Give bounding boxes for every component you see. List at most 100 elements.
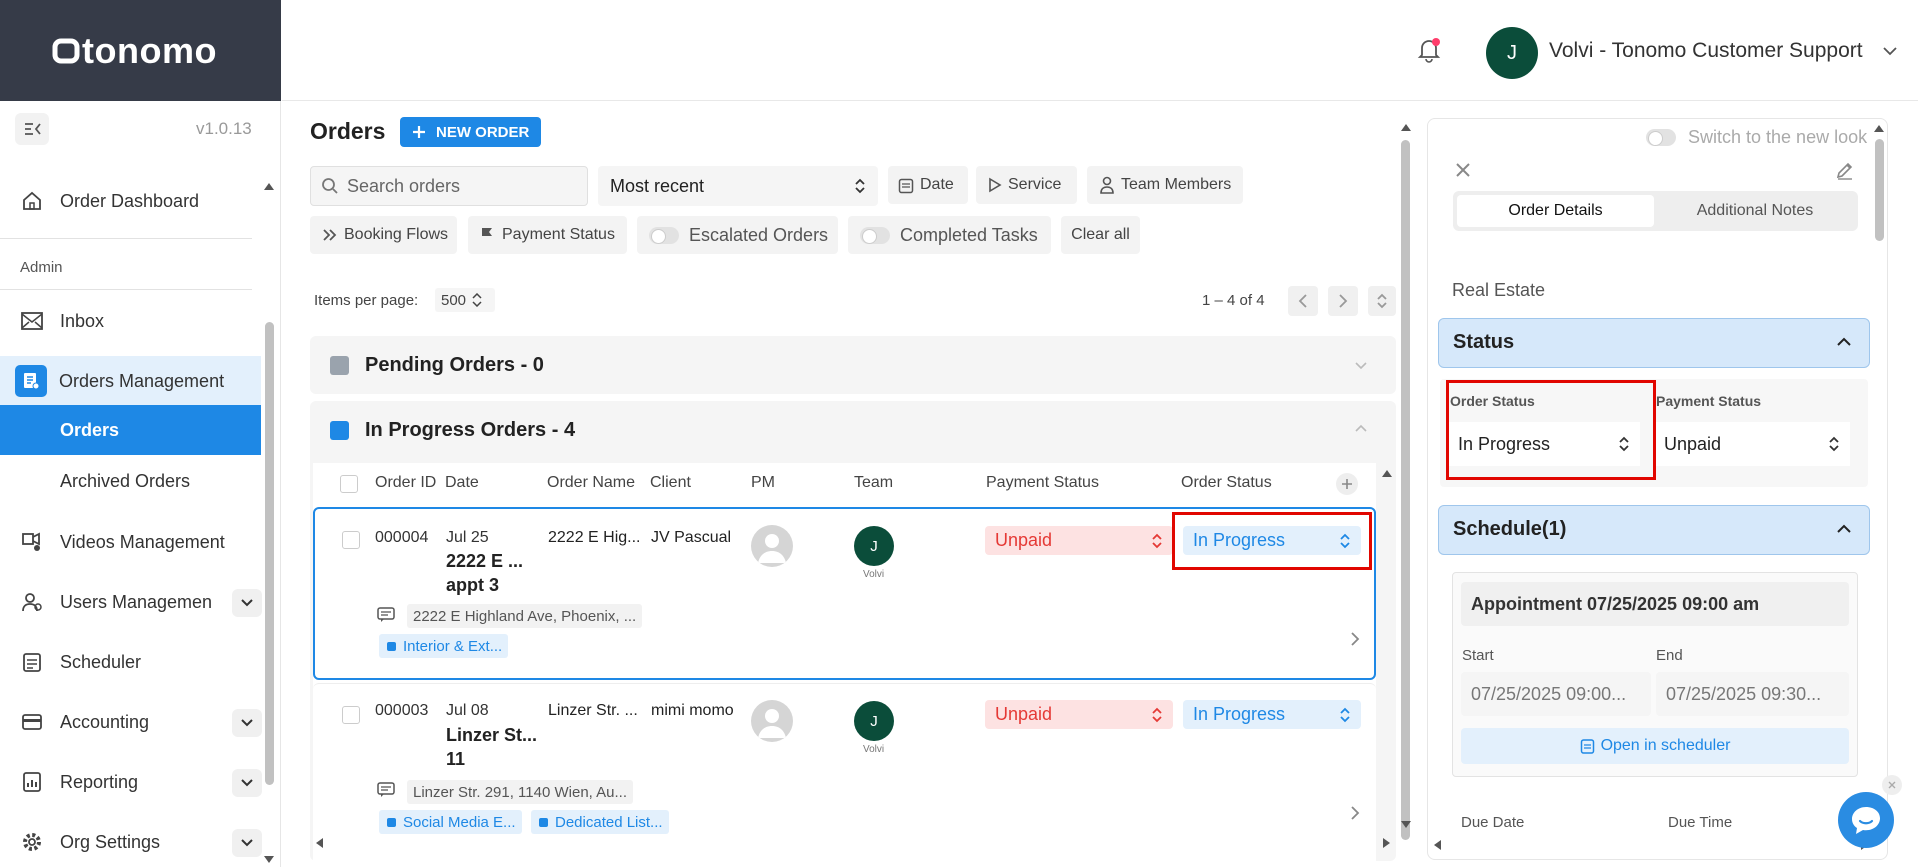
column-header-order-id[interactable]: Order ID [375, 474, 436, 492]
payment-status-select[interactable]: Unpaid [985, 526, 1173, 555]
toggle-switch[interactable] [1646, 129, 1676, 146]
chevron-down-icon[interactable] [1354, 361, 1368, 371]
chevron-up-icon[interactable] [1354, 423, 1368, 433]
switch-new-look-toggle[interactable]: Switch to the new look [1646, 127, 1867, 148]
scroll-right-arrow-icon[interactable] [1382, 837, 1392, 849]
payment-status-select[interactable]: Unpaid [985, 700, 1173, 729]
service-filter-label: Service [1008, 176, 1062, 193]
column-header-team[interactable]: Team [854, 474, 893, 492]
sidebar-item-inbox[interactable]: Inbox [0, 296, 262, 346]
prev-page-button[interactable] [1288, 286, 1318, 316]
column-header-payment-status[interactable]: Payment Status [986, 474, 1099, 492]
chevron-down-icon[interactable] [232, 769, 262, 797]
scroll-left-arrow-icon[interactable] [1432, 839, 1442, 851]
comment-icon [377, 607, 395, 622]
tab-order-details[interactable]: Order Details [1457, 195, 1654, 227]
order-date: Jul 25 [446, 529, 489, 546]
sidebar-item-archived-orders[interactable]: Archived Orders [0, 456, 261, 506]
scroll-down-arrow-icon[interactable] [1400, 820, 1412, 830]
sidebar-item-org-settings[interactable]: Org Settings [0, 817, 262, 867]
row-checkbox[interactable] [342, 531, 360, 549]
sort-select[interactable]: Most recent [598, 166, 878, 206]
schedule-section-header[interactable]: Schedule(1) [1438, 505, 1870, 555]
clear-all-button[interactable]: Clear all [1061, 216, 1140, 254]
column-header-pm[interactable]: PM [751, 474, 775, 492]
toggle-switch[interactable] [649, 226, 679, 244]
items-per-page-select[interactable]: 500 [435, 288, 495, 312]
column-header-order-name[interactable]: Order Name [547, 474, 635, 492]
tab-additional-notes[interactable]: Additional Notes [1656, 195, 1854, 227]
payment-status-filter-button[interactable]: Payment Status [468, 216, 627, 254]
status-section-header[interactable]: Status [1438, 318, 1870, 368]
chevron-right-icon[interactable] [1350, 631, 1360, 647]
close-icon[interactable] [1455, 162, 1471, 178]
add-column-button[interactable] [1336, 473, 1358, 495]
expand-collapse-button[interactable] [1368, 286, 1396, 316]
team-members-filter-button[interactable]: Team Members [1087, 166, 1243, 204]
scroll-up-arrow-icon[interactable] [1873, 123, 1885, 133]
chevron-right-icon[interactable] [1350, 805, 1360, 821]
column-header-client[interactable]: Client [650, 474, 691, 492]
new-order-button[interactable]: NEW ORDER [400, 117, 541, 147]
team-avatar[interactable]: J [854, 526, 894, 566]
select-all-checkbox[interactable] [340, 475, 358, 493]
sidebar-item-users-management[interactable]: Users Managemen [0, 577, 262, 627]
booking-flows-filter-button[interactable]: Booking Flows [310, 216, 457, 254]
sidebar-item-videos-management[interactable]: Videos Management [0, 517, 262, 567]
search-input[interactable]: Search orders [310, 166, 588, 206]
user-name[interactable]: Volvi - Tonomo Customer Support [1549, 39, 1863, 63]
scroll-down-arrow-icon[interactable] [263, 855, 275, 865]
scroll-left-arrow-icon[interactable] [314, 837, 324, 849]
sidebar-item-order-dashboard[interactable]: Order Dashboard [0, 176, 262, 226]
collapse-sidebar-button[interactable] [15, 113, 49, 145]
pm-avatar-placeholder[interactable] [751, 700, 793, 742]
sidebar-item-orders-management[interactable]: Orders Management [0, 356, 261, 406]
toggle-switch[interactable] [860, 226, 890, 244]
order-status-select[interactable]: In Progress [1183, 700, 1361, 729]
row-checkbox[interactable] [342, 706, 360, 724]
team-avatar[interactable]: J [854, 701, 894, 741]
logo-area[interactable]: tonomo [0, 0, 281, 101]
order-name: 2222 E Hig... [548, 529, 641, 546]
appointment-title[interactable]: Appointment 07/25/2025 09:00 am [1461, 582, 1849, 626]
chevron-down-icon[interactable] [232, 589, 262, 617]
panel-scrollbar[interactable] [1875, 139, 1884, 241]
close-chat-widget-button[interactable] [1882, 775, 1902, 795]
pm-avatar-placeholder[interactable] [751, 525, 793, 567]
scroll-up-arrow-icon[interactable] [1400, 122, 1412, 132]
due-date-label: Due Date [1461, 814, 1525, 831]
chevron-down-icon[interactable] [1882, 46, 1898, 56]
section-title: Status [1453, 331, 1515, 353]
bell-icon[interactable] [1417, 37, 1441, 63]
edit-pencil-icon[interactable] [1835, 160, 1855, 180]
service-tag[interactable]: Interior & Ext... [379, 634, 509, 658]
sidebar-scrollbar[interactable] [265, 322, 274, 785]
service-filter-button[interactable]: Service [976, 166, 1077, 204]
date-filter-button[interactable]: Date [888, 166, 968, 204]
payment-status-select[interactable]: Unpaid [1654, 422, 1850, 466]
open-in-scheduler-button[interactable]: Open in scheduler [1461, 728, 1849, 764]
column-header-date[interactable]: Date [445, 474, 479, 492]
escalated-orders-toggle[interactable]: Escalated Orders [637, 216, 838, 254]
sidebar-item-accounting[interactable]: Accounting [0, 697, 262, 747]
start-time-field[interactable]: 07/25/2025 09:00... [1461, 672, 1651, 716]
next-page-button[interactable] [1328, 286, 1358, 316]
chevron-down-icon[interactable] [232, 829, 262, 857]
service-tag[interactable]: Dedicated List... [531, 810, 669, 834]
scroll-up-arrow-icon[interactable] [263, 181, 275, 191]
column-header-order-status[interactable]: Order Status [1181, 474, 1272, 492]
main-scrollbar[interactable] [1401, 140, 1410, 840]
chat-widget-button[interactable] [1838, 792, 1894, 848]
sidebar-item-orders[interactable]: Orders [0, 405, 261, 455]
user-avatar[interactable]: J [1486, 27, 1538, 79]
scroll-up-arrow-icon[interactable] [1381, 468, 1393, 478]
sidebar-item-reporting[interactable]: Reporting [0, 757, 262, 807]
pending-orders-group[interactable]: Pending Orders - 0 [310, 336, 1396, 394]
sidebar-item-scheduler[interactable]: Scheduler [0, 637, 262, 687]
order-date: Jul 08 [446, 702, 489, 719]
service-tag[interactable]: Social Media E... [379, 810, 522, 834]
end-time-field[interactable]: 07/25/2025 09:30... [1656, 672, 1849, 716]
completed-tasks-toggle[interactable]: Completed Tasks [848, 216, 1051, 254]
chevron-down-icon[interactable] [232, 709, 262, 737]
order-row[interactable]: 000003 Jul 08 Linzer St... 11 Linzer Str… [313, 683, 1376, 853]
